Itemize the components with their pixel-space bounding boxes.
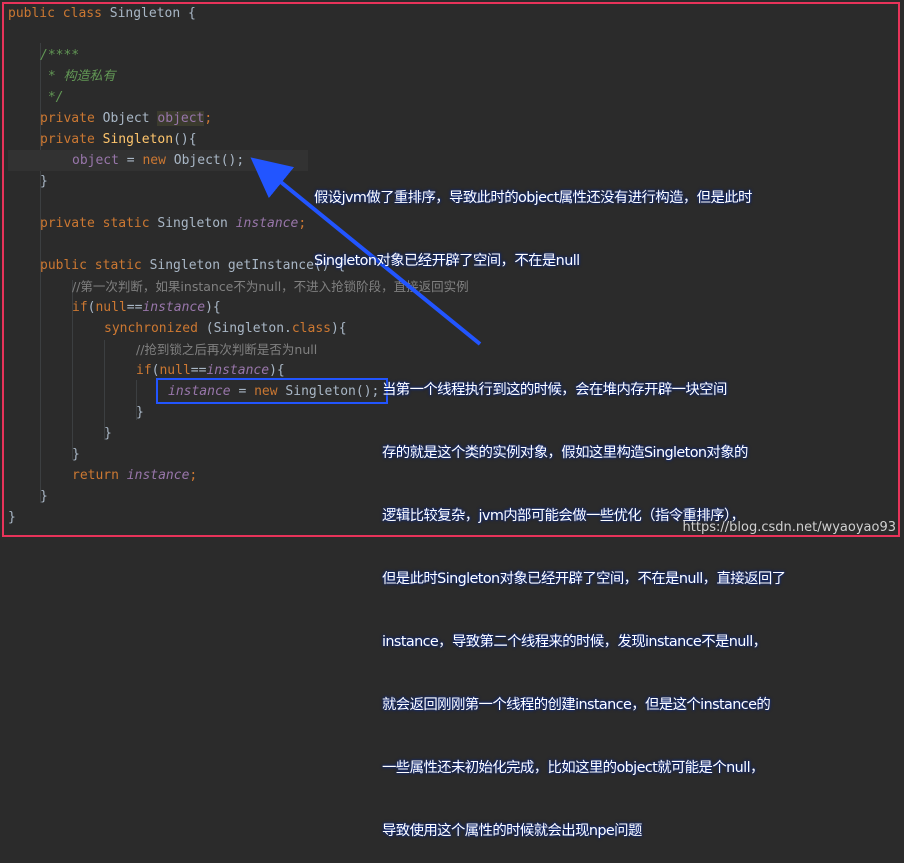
code-line-1: public class Singleton { bbox=[8, 6, 196, 21]
annotation-line: 就会返回刚刚第一个线程的创建instance，但是这个instance的 bbox=[382, 697, 771, 713]
code-line-17: //抢到锁之后再次判断是否为null bbox=[136, 342, 318, 357]
code-line-21: } bbox=[104, 426, 112, 441]
highlight-box bbox=[156, 378, 388, 404]
code-line-22: } bbox=[72, 447, 80, 462]
code-line-8: object = new Object(); bbox=[8, 150, 308, 171]
annotation-explanation: 当第一个线程执行到这的时候，会在堆内存开辟一块空间 存的就是这个类的实例对象，假… bbox=[382, 338, 786, 863]
code-line-15: if(null==instance){ bbox=[72, 300, 221, 315]
annotation-line: 假设jvm做了重排序，导致此时的object属性还没有进行构造，但是此时 bbox=[314, 190, 752, 206]
code-line-24: } bbox=[40, 489, 48, 504]
code-line-3: /**** bbox=[40, 48, 80, 63]
code-line-16: synchronized (Singleton.class){ bbox=[104, 321, 347, 336]
annotation-line: Singleton对象已经开辟了空间，不在是null bbox=[314, 253, 580, 269]
annotation-line: 当第一个线程执行到这的时候，会在堆内存开辟一块空间 bbox=[382, 382, 727, 398]
code-line-23: return instance; bbox=[72, 468, 198, 483]
watermark: https://blog.csdn.net/wyaoyao93 bbox=[682, 520, 896, 535]
code-line-4: * 构造私有 bbox=[40, 69, 116, 84]
code-line-9: } bbox=[40, 174, 48, 189]
annotation-line: instance，导致第二个线程来的时候，发现instance不是null， bbox=[382, 634, 767, 650]
code-line-5: */ bbox=[40, 90, 64, 105]
code-line-20: } bbox=[136, 405, 144, 420]
annotation-line: 但是此时Singleton对象已经开辟了空间，不在是null，直接返回了 bbox=[382, 571, 786, 587]
code-line-11: private static Singleton instance; bbox=[40, 216, 307, 231]
annotation-line: 存的就是这个类的实例对象，假如这里构造Singleton对象的 bbox=[382, 445, 748, 461]
code-line-25: } bbox=[8, 510, 16, 525]
annotation-line: 一些属性还未初始化完成，比如这里的object就可能是个null， bbox=[382, 760, 764, 776]
annotation-line: 导致使用这个属性的时候就会出现npe问题 bbox=[382, 823, 642, 839]
code-line-13: public static Singleton getInstance() { bbox=[40, 258, 346, 273]
code-line-6: private Object object; bbox=[40, 111, 213, 126]
code-line-7: private Singleton(){ bbox=[40, 132, 197, 147]
annotation-reorder-note: 假设jvm做了重排序，导致此时的object属性还没有进行构造，但是此时 Sin… bbox=[314, 146, 752, 293]
